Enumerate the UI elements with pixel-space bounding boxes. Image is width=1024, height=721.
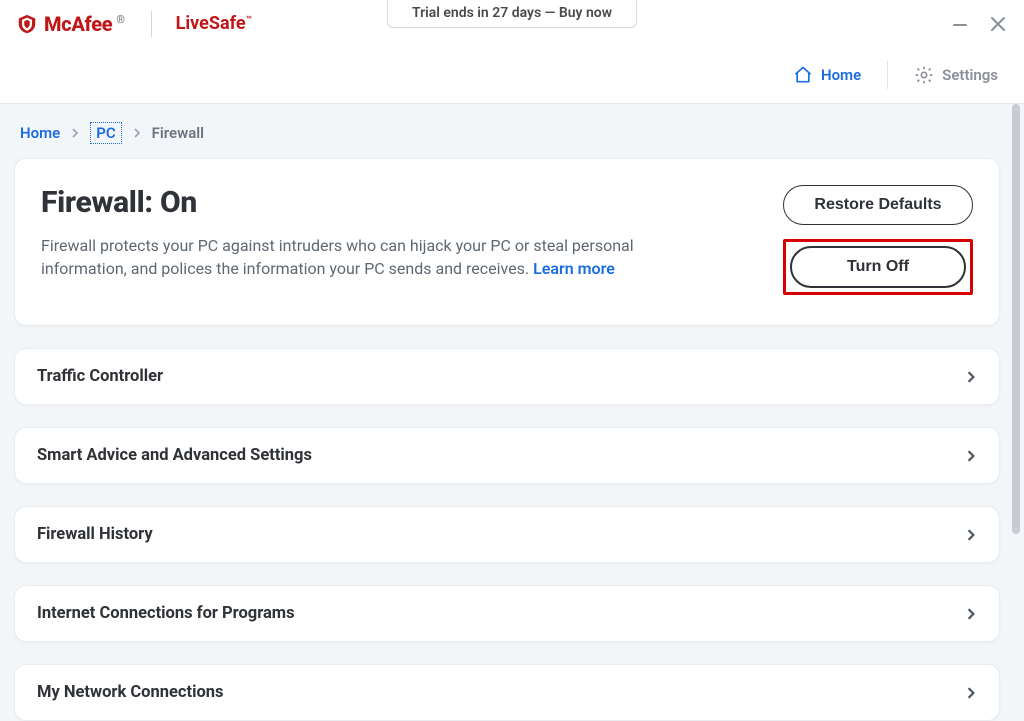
row-label: Traffic Controller	[37, 367, 163, 386]
home-icon	[793, 65, 813, 85]
close-icon	[988, 14, 1008, 34]
turn-off-button[interactable]: Turn Off	[790, 246, 966, 288]
chevron-right-icon	[965, 450, 977, 462]
row-traffic-controller[interactable]: Traffic Controller	[14, 348, 1000, 405]
page-title: Firewall: On	[41, 185, 681, 220]
brand-trademark: ®	[116, 13, 124, 26]
nav-home[interactable]: Home	[789, 59, 865, 91]
chevron-right-icon	[70, 128, 80, 138]
product-name: LiveSafe™	[176, 13, 252, 34]
product-trademark: ™	[246, 15, 252, 26]
row-label: Smart Advice and Advanced Settings	[37, 446, 312, 465]
nav-home-label: Home	[821, 66, 861, 84]
app-window: McAfee ® LiveSafe™ Trial ends in 27 days …	[0, 0, 1024, 721]
nav-divider	[887, 61, 888, 89]
page-description: Firewall protects your PC against intrud…	[41, 234, 681, 280]
breadcrumb: Home PC Firewall	[14, 120, 1000, 158]
restore-defaults-button[interactable]: Restore Defaults	[783, 185, 973, 225]
product-label: LiveSafe	[176, 13, 246, 34]
nav-settings-label: Settings	[942, 66, 998, 84]
hero-text: Firewall: On Firewall protects your PC a…	[41, 185, 681, 280]
row-firewall-history[interactable]: Firewall History	[14, 506, 1000, 563]
learn-more-link[interactable]: Learn more	[533, 259, 615, 278]
chevron-right-icon	[965, 529, 977, 541]
brand-divider	[151, 11, 152, 37]
chevron-right-icon	[965, 371, 977, 383]
brand-name: McAfee	[44, 12, 112, 36]
brand-logo: McAfee ®	[16, 12, 127, 36]
trial-banner[interactable]: Trial ends in 27 days — Buy now	[387, 0, 637, 28]
scrollbar-track[interactable]	[1014, 104, 1022, 664]
chevron-right-icon	[965, 608, 977, 620]
row-label: My Network Connections	[37, 683, 223, 702]
close-button[interactable]	[988, 14, 1008, 34]
firewall-hero-card: Firewall: On Firewall protects your PC a…	[14, 158, 1000, 326]
scroll-area[interactable]: Home PC Firewall Firewall: On Firewall p…	[14, 120, 1010, 721]
settings-list: Traffic Controller Smart Advice and Adva…	[14, 348, 1000, 721]
minimize-icon	[950, 14, 970, 34]
chevron-right-icon	[965, 687, 977, 699]
window-controls	[950, 14, 1008, 34]
hero-actions: Restore Defaults Turn Off	[783, 185, 973, 295]
titlebar: McAfee ® LiveSafe™ Trial ends in 27 days …	[0, 0, 1024, 48]
row-smart-advice[interactable]: Smart Advice and Advanced Settings	[14, 427, 1000, 484]
gear-icon	[914, 65, 934, 85]
row-internet-connections[interactable]: Internet Connections for Programs	[14, 585, 1000, 642]
turn-off-highlight: Turn Off	[783, 239, 973, 295]
row-label: Firewall History	[37, 525, 153, 544]
breadcrumb-home[interactable]: Home	[20, 124, 60, 142]
content-body: Home PC Firewall Firewall: On Firewall p…	[0, 104, 1024, 721]
chevron-right-icon	[132, 128, 142, 138]
nav-settings[interactable]: Settings	[910, 59, 1002, 91]
minimize-button[interactable]	[950, 14, 970, 34]
row-label: Internet Connections for Programs	[37, 604, 295, 623]
shield-icon	[16, 13, 38, 35]
breadcrumb-current: Firewall	[152, 124, 204, 142]
scrollbar-thumb[interactable]	[1012, 104, 1020, 534]
navbar: Home Settings	[0, 48, 1024, 104]
brand-block: McAfee ® LiveSafe™	[16, 11, 252, 37]
breadcrumb-pc[interactable]: PC	[90, 122, 121, 144]
row-my-network-connections[interactable]: My Network Connections	[14, 664, 1000, 721]
